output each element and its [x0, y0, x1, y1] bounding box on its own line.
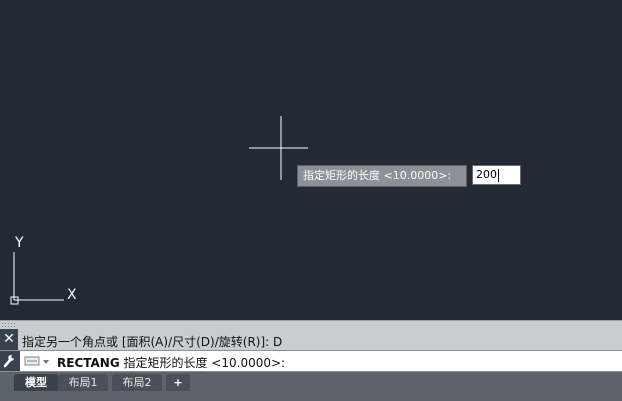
recent-commands-dropdown-icon[interactable]: [24, 355, 52, 367]
close-icon[interactable]: ✕: [2, 331, 16, 347]
dynamic-input-field[interactable]: 200: [472, 165, 521, 185]
layout-tab-bar: 模型 布局1 布局2 +: [0, 372, 622, 401]
grip-handle-icon[interactable]: [0, 321, 18, 329]
dynamic-input-value: 200: [476, 168, 497, 181]
drawing-canvas[interactable]: Y X 指定矩形的长度 <10.0000>: 200: [0, 0, 622, 320]
tab-layout1[interactable]: 布局1: [58, 374, 108, 391]
ucs-icon: Y X: [10, 235, 77, 305]
tab-model[interactable]: 模型: [14, 374, 58, 391]
text-caret: [498, 168, 499, 182]
command-name: RECTANG: [57, 356, 120, 370]
command-prompt: RECTANG 指定矩形的长度 <10.0000>:: [57, 354, 285, 371]
command-history: ✕ 指定另一个角点或 [面积(A)/尺寸(D)/旋转(R)]: D: [0, 320, 622, 351]
wrench-icon: [3, 354, 14, 368]
customize-button[interactable]: [0, 351, 20, 371]
command-line[interactable]: RECTANG 指定矩形的长度 <10.0000>:: [0, 350, 622, 372]
command-history-text: 指定另一个角点或 [面积(A)/尺寸(D)/旋转(R)]: D: [22, 335, 283, 349]
tab-layout2[interactable]: 布局2: [112, 374, 162, 391]
add-layout-button[interactable]: +: [166, 374, 190, 391]
ucs-y-label: Y: [14, 235, 24, 251]
ucs-x-label: X: [67, 287, 77, 303]
command-prompt-text: 指定矩形的长度 <10.0000>:: [119, 356, 286, 370]
dynamic-input-prompt: 指定矩形的长度 <10.0000>:: [297, 165, 467, 187]
